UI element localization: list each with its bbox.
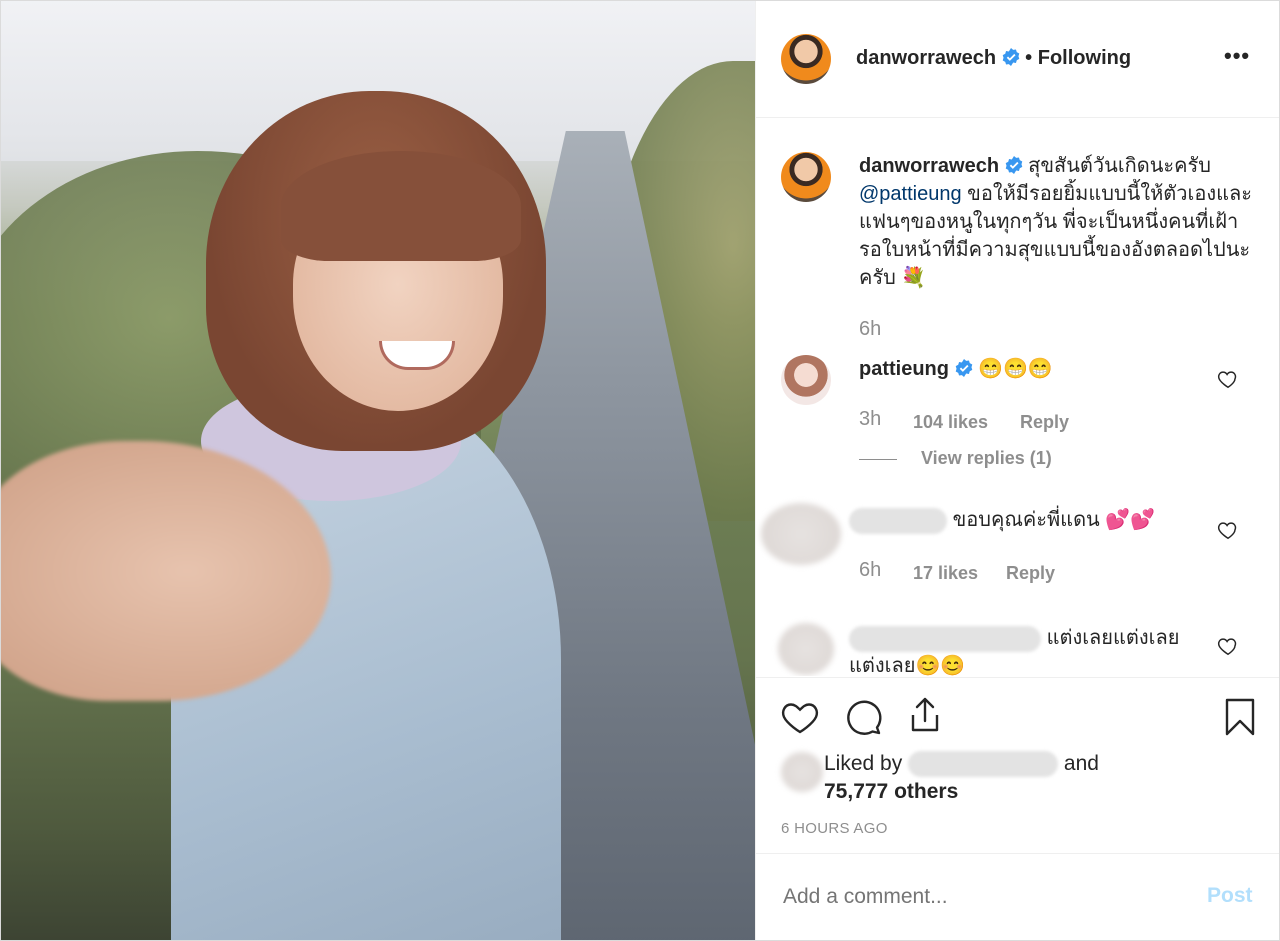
- post-side-panel: danworrawech • Following ••• danworrawec…: [755, 1, 1279, 940]
- liker-avatar[interactable]: [781, 752, 823, 792]
- comment-avatar[interactable]: [778, 623, 834, 675]
- following-button[interactable]: Following: [1038, 47, 1131, 69]
- post-photo[interactable]: [1, 1, 755, 940]
- post-comment-button[interactable]: Post: [1207, 884, 1253, 908]
- photo-bangs: [281, 151, 521, 261]
- comment-avatar[interactable]: [781, 355, 831, 405]
- more-options-icon[interactable]: •••: [1224, 43, 1250, 69]
- header-separator: •: [1025, 47, 1033, 69]
- comment-time[interactable]: 6h: [859, 559, 881, 582]
- save-bookmark-icon[interactable]: [1220, 697, 1260, 737]
- verified-badge-icon: [1002, 48, 1019, 66]
- comment-avatar[interactable]: [761, 503, 841, 565]
- caption-username[interactable]: danworrawech: [859, 155, 999, 177]
- comments-list[interactable]: danworrawech สุขสันต์วันเกิดนะครับ @patt…: [756, 118, 1279, 676]
- caption: danworrawech สุขสันต์วันเกิดนะครับ @patt…: [859, 152, 1259, 292]
- reply-button[interactable]: Reply: [1020, 412, 1069, 433]
- author-avatar[interactable]: [781, 34, 831, 84]
- comment-text: 😁😁😁: [978, 358, 1053, 380]
- caption-text-start: สุขสันต์วันเกิดนะครับ: [1028, 155, 1211, 177]
- liked-by-text: Liked by and 75,777 others: [824, 750, 1099, 806]
- post-dialog: danworrawech • Following ••• danworrawec…: [0, 0, 1280, 941]
- view-replies-label: View replies (1): [921, 448, 1052, 468]
- post-header: danworrawech • Following •••: [756, 1, 1279, 118]
- comment-text: ขอบคุณค่ะพี่แดน 💕💕: [952, 509, 1156, 531]
- post-actions: Liked by and 75,777 others 6 HOURS AGO: [756, 677, 1279, 854]
- comment-username-redacted[interactable]: [849, 625, 1041, 652]
- like-comment-heart-icon[interactable]: [1217, 368, 1239, 390]
- comment-username-redacted[interactable]: [849, 507, 947, 534]
- comment-time[interactable]: 3h: [859, 408, 881, 431]
- caption-avatar[interactable]: [781, 152, 831, 202]
- caption-time[interactable]: 6h: [859, 318, 881, 341]
- comment-row: pattieung 😁😁😁: [859, 355, 1053, 383]
- comment-username[interactable]: pattieung: [859, 358, 949, 380]
- comment-row: แต่งเลยแต่งเลยแต่งเลย😊😊: [849, 624, 1194, 676]
- comment-bubble-icon[interactable]: [843, 697, 883, 737]
- likes-others-link[interactable]: 75,777 others: [824, 780, 958, 803]
- like-heart-icon[interactable]: [780, 697, 820, 737]
- caption-mention-link[interactable]: @pattieung: [859, 183, 962, 205]
- comment-row: ขอบคุณค่ะพี่แดน 💕💕: [849, 506, 1155, 534]
- liker-username-redacted[interactable]: [908, 751, 1059, 778]
- post-timestamp[interactable]: 6 HOURS AGO: [781, 820, 888, 837]
- add-comment-bar: Post: [756, 853, 1279, 940]
- verified-badge-icon: [1005, 156, 1022, 174]
- reply-button[interactable]: Reply: [1006, 563, 1055, 584]
- view-replies-line: [859, 458, 897, 460]
- share-icon[interactable]: [905, 695, 945, 735]
- liked-by-prefix: Liked by: [824, 752, 903, 775]
- comment-input[interactable]: [781, 884, 1185, 910]
- liked-by-and: and: [1063, 752, 1099, 775]
- comment-likes[interactable]: 17 likes: [913, 563, 978, 584]
- like-comment-heart-icon[interactable]: [1217, 635, 1239, 657]
- header-username[interactable]: danworrawech: [856, 47, 996, 69]
- comment-likes[interactable]: 104 likes: [913, 412, 988, 433]
- view-replies-button[interactable]: View replies (1): [859, 448, 1052, 469]
- header-user-line: danworrawech • Following: [856, 47, 1131, 70]
- like-comment-heart-icon[interactable]: [1217, 519, 1239, 541]
- verified-badge-icon: [955, 359, 972, 377]
